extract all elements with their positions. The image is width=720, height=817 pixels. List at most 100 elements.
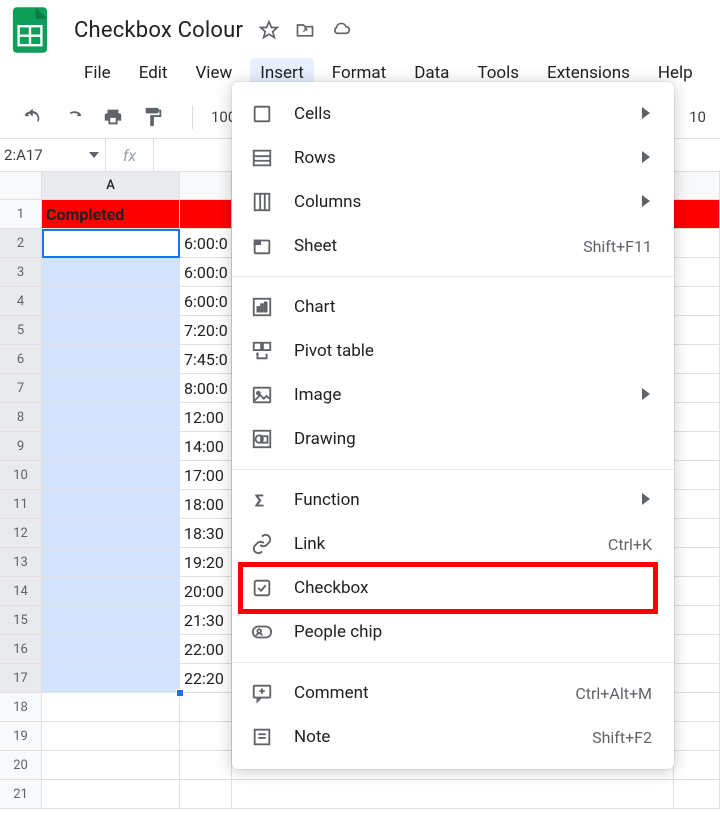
- cell[interactable]: [42, 229, 180, 258]
- menu-item-image[interactable]: Image: [232, 373, 674, 417]
- cell[interactable]: [674, 664, 720, 693]
- cell[interactable]: [180, 780, 232, 809]
- cell[interactable]: [42, 780, 180, 809]
- cell[interactable]: [674, 751, 720, 780]
- cell[interactable]: 21:30: [180, 606, 232, 635]
- cell[interactable]: [674, 287, 720, 316]
- cell[interactable]: [42, 374, 180, 403]
- redo-button[interactable]: [58, 102, 88, 132]
- cell[interactable]: [42, 316, 180, 345]
- cell[interactable]: [674, 316, 720, 345]
- row-header[interactable]: 3: [0, 258, 42, 287]
- cell[interactable]: [42, 432, 180, 461]
- menu-item-cells[interactable]: Cells: [232, 92, 674, 136]
- cell[interactable]: [42, 461, 180, 490]
- menu-item-people-chip[interactable]: People chip: [232, 610, 674, 654]
- menu-item-columns[interactable]: Columns: [232, 180, 674, 224]
- cell[interactable]: [674, 548, 720, 577]
- menu-item-sheet[interactable]: SheetShift+F11: [232, 224, 674, 268]
- cell[interactable]: [674, 606, 720, 635]
- row-header[interactable]: 21: [0, 780, 42, 809]
- cell[interactable]: [180, 693, 232, 722]
- cell[interactable]: 22:20: [180, 664, 232, 693]
- cell[interactable]: [674, 258, 720, 287]
- paint-format-button[interactable]: [138, 102, 168, 132]
- cell[interactable]: [674, 229, 720, 258]
- cell[interactable]: [42, 548, 180, 577]
- menu-edit[interactable]: Edit: [129, 58, 178, 88]
- row-header[interactable]: 11: [0, 490, 42, 519]
- cell[interactable]: 22:00: [180, 635, 232, 664]
- menu-item-checkbox[interactable]: Checkbox: [232, 566, 674, 610]
- menu-item-chart[interactable]: Chart: [232, 285, 674, 329]
- cell[interactable]: 8:00:0: [180, 374, 232, 403]
- cell[interactable]: [674, 693, 720, 722]
- document-title[interactable]: Checkbox Colour: [74, 18, 243, 43]
- cell[interactable]: [674, 461, 720, 490]
- row-header[interactable]: 5: [0, 316, 42, 345]
- column-header-right[interactable]: [674, 172, 720, 199]
- cell[interactable]: [674, 374, 720, 403]
- row-header[interactable]: 10: [0, 461, 42, 490]
- row-header[interactable]: 6: [0, 345, 42, 374]
- cell[interactable]: [42, 519, 180, 548]
- cell[interactable]: 20:00: [180, 577, 232, 606]
- cell[interactable]: [180, 722, 232, 751]
- row-header[interactable]: 20: [0, 751, 42, 780]
- menu-item-comment[interactable]: CommentCtrl+Alt+M: [232, 671, 674, 715]
- cell[interactable]: [42, 287, 180, 316]
- row-header[interactable]: 12: [0, 519, 42, 548]
- font-size-display[interactable]: 10: [689, 108, 706, 126]
- row-header[interactable]: 19: [0, 722, 42, 751]
- row-header[interactable]: 7: [0, 374, 42, 403]
- cell[interactable]: 18:30: [180, 519, 232, 548]
- row-header[interactable]: 16: [0, 635, 42, 664]
- cell[interactable]: 18:00: [180, 490, 232, 519]
- cell[interactable]: [42, 722, 180, 751]
- star-icon[interactable]: [257, 18, 281, 42]
- cell[interactable]: 17:00: [180, 461, 232, 490]
- cell[interactable]: [674, 432, 720, 461]
- cell[interactable]: [42, 577, 180, 606]
- menu-item-pivot-table[interactable]: Pivot table: [232, 329, 674, 373]
- row-header[interactable]: 9: [0, 432, 42, 461]
- cell[interactable]: [674, 403, 720, 432]
- cell[interactable]: [674, 519, 720, 548]
- selection-handle[interactable]: [176, 689, 184, 697]
- cell[interactable]: 6:00:0: [180, 258, 232, 287]
- row-header[interactable]: 1: [0, 200, 42, 229]
- cell[interactable]: [42, 693, 180, 722]
- sheets-logo[interactable]: [8, 8, 52, 52]
- cell[interactable]: [42, 490, 180, 519]
- cell[interactable]: [42, 635, 180, 664]
- cell[interactable]: 14:00: [180, 432, 232, 461]
- menu-file[interactable]: File: [74, 58, 121, 88]
- cell[interactable]: [180, 200, 232, 229]
- menu-item-note[interactable]: NoteShift+F2: [232, 715, 674, 759]
- cell[interactable]: [674, 200, 720, 229]
- cell[interactable]: [674, 780, 720, 809]
- menu-item-rows[interactable]: Rows: [232, 136, 674, 180]
- row-header[interactable]: 2: [0, 229, 42, 258]
- cloud-status-icon[interactable]: [329, 18, 353, 42]
- menu-item-link[interactable]: LinkCtrl+K: [232, 522, 674, 566]
- cell[interactable]: 6:00:0: [180, 229, 232, 258]
- print-button[interactable]: [98, 102, 128, 132]
- cell[interactable]: [674, 722, 720, 751]
- cell[interactable]: Completed: [42, 200, 180, 229]
- cell[interactable]: [180, 751, 232, 780]
- select-all-corner[interactable]: [0, 172, 42, 199]
- row-header[interactable]: 15: [0, 606, 42, 635]
- row-header[interactable]: 17: [0, 664, 42, 693]
- cell[interactable]: [674, 345, 720, 374]
- row-header[interactable]: 18: [0, 693, 42, 722]
- cell[interactable]: 7:45:0: [180, 345, 232, 374]
- cell[interactable]: [674, 490, 720, 519]
- cell[interactable]: [42, 345, 180, 374]
- cell[interactable]: 19:20: [180, 548, 232, 577]
- column-header-b[interactable]: [180, 172, 232, 199]
- menu-la[interactable]: La: [713, 58, 720, 88]
- row-header[interactable]: 4: [0, 287, 42, 316]
- menu-item-drawing[interactable]: Drawing: [232, 417, 674, 461]
- fx-label[interactable]: fx: [106, 139, 154, 171]
